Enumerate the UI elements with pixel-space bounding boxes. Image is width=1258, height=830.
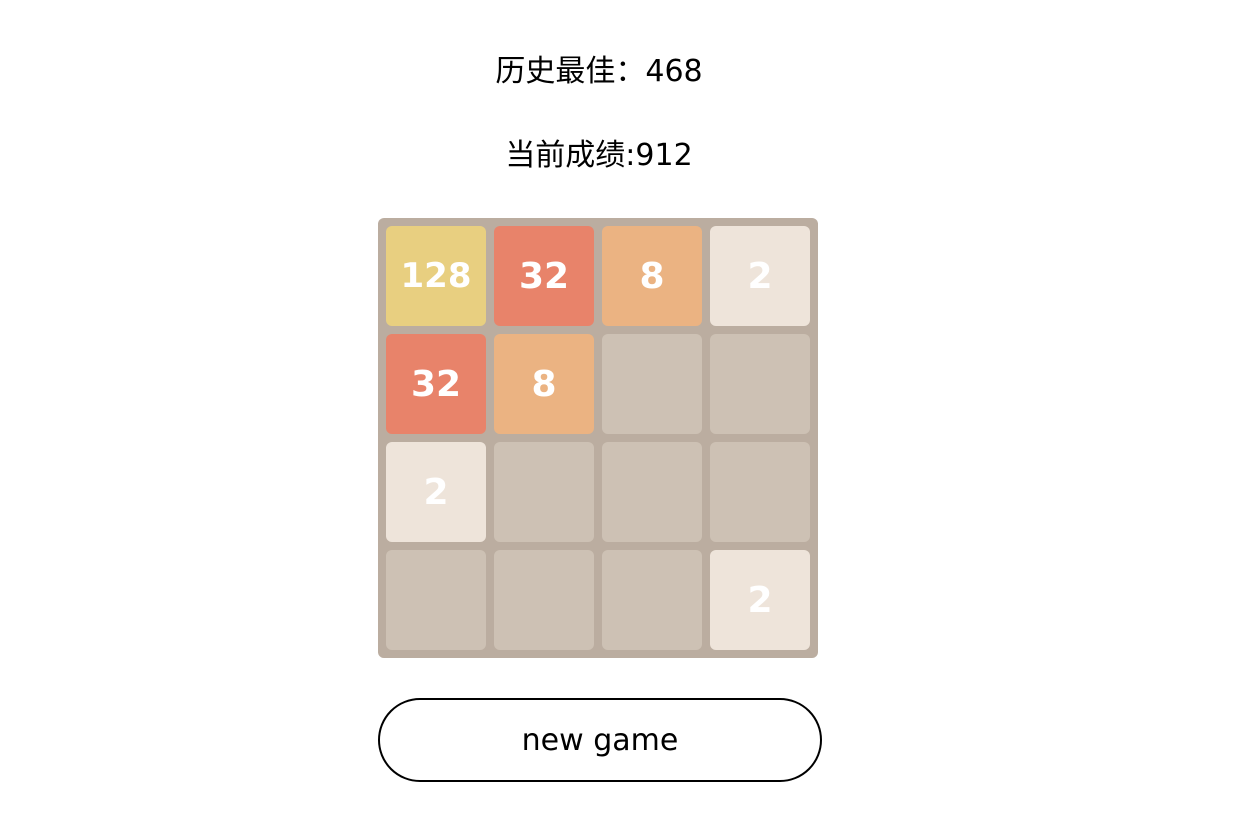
tile: 32	[386, 334, 486, 434]
tile	[710, 334, 810, 434]
new-game-button[interactable]: new game	[378, 698, 822, 782]
current-score: 当前成绩:912	[0, 136, 1198, 176]
current-score-value: 912	[635, 138, 693, 173]
best-score-value: 468	[645, 54, 703, 89]
tile	[710, 442, 810, 542]
best-score: 历史最佳：468	[0, 52, 1198, 92]
tile: 8	[494, 334, 594, 434]
tile	[602, 442, 702, 542]
tile: 32	[494, 226, 594, 326]
tile	[494, 550, 594, 650]
tile: 8	[602, 226, 702, 326]
tile: 2	[710, 550, 810, 650]
game-board[interactable]: 128 32 8 2 32 8 2 2	[378, 218, 818, 658]
tile: 2	[386, 442, 486, 542]
best-score-label: 历史最佳：	[495, 54, 646, 89]
tile	[386, 550, 486, 650]
tile: 128	[386, 226, 486, 326]
tile: 2	[710, 226, 810, 326]
current-score-label: 当前成绩:	[505, 138, 636, 173]
tile	[602, 550, 702, 650]
tile	[494, 442, 594, 542]
tile	[602, 334, 702, 434]
